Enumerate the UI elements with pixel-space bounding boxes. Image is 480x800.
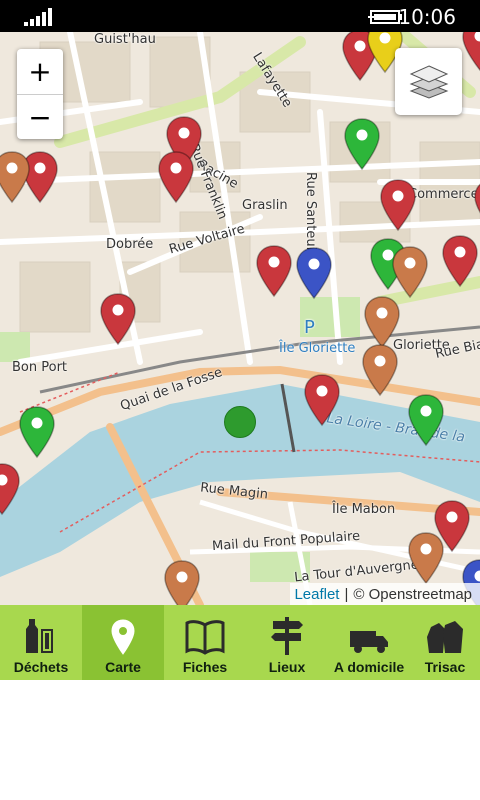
zoom-control: + − (17, 49, 63, 139)
map-marker-red[interactable] (156, 150, 196, 204)
map-marker-red[interactable] (302, 373, 342, 427)
map-marker-brown[interactable] (360, 343, 400, 397)
map-marker-red[interactable] (440, 234, 480, 288)
map-label: Île Mabon (332, 502, 396, 517)
map-marker-green[interactable] (342, 117, 382, 171)
layers-icon (409, 64, 448, 99)
tab-a-domicile[interactable]: A domicile (328, 605, 410, 680)
leaflet-link[interactable]: Leaflet (294, 586, 339, 603)
attribution-text: © Openstreetmap (353, 585, 472, 603)
map-marker-red[interactable] (460, 32, 480, 72)
clock: 10:06 (398, 5, 456, 29)
map-marker-green[interactable] (17, 405, 57, 459)
book-icon (185, 620, 225, 655)
map-marker-blue[interactable] (294, 246, 334, 300)
tab-label: Lieux (268, 659, 306, 675)
location-dot[interactable] (224, 406, 256, 438)
attribution-separator: | (344, 585, 349, 603)
map-marker-brown[interactable] (390, 245, 430, 299)
tab-dechets[interactable]: Déchets (0, 605, 82, 680)
tab-trisac[interactable]: Trisac (410, 605, 480, 680)
tab-lieux[interactable]: Lieux (246, 605, 328, 680)
map-pin-icon (111, 619, 135, 655)
tab-carte[interactable]: Carte (82, 605, 164, 680)
map-label: Dobrée (106, 237, 154, 252)
map-attribution: Leaflet | © Openstreetmap (290, 583, 480, 605)
tab-label: A domicile (333, 659, 405, 675)
map-marker-brown[interactable] (0, 150, 32, 204)
tab-label: Déchets (13, 659, 69, 675)
map-marker-brown[interactable] (406, 531, 446, 585)
signal-icon (24, 8, 52, 26)
map-label-poi: Île Gloriette (279, 341, 356, 356)
zoom-out-button[interactable]: − (17, 94, 63, 139)
tab-label: Carte (105, 659, 141, 675)
layers-button[interactable] (395, 48, 462, 115)
map-label: Rue Santeuil (303, 172, 318, 254)
map-marker-red[interactable] (472, 178, 480, 232)
tab-fiches[interactable]: Fiches (164, 605, 246, 680)
map-label: Graslin (242, 198, 288, 213)
map-label: Commerce (408, 187, 479, 202)
bags-icon (427, 621, 463, 653)
map-label: P (304, 317, 315, 338)
map-marker-red[interactable] (254, 244, 294, 298)
map-view[interactable]: Guist'hau Lafayette Racine Rue Franklin … (0, 32, 480, 605)
map-marker-green[interactable] (406, 393, 446, 447)
map-marker-red[interactable] (0, 462, 22, 516)
map-marker-brown[interactable] (362, 295, 402, 349)
tab-label: Fiches (182, 659, 228, 675)
map-marker-brown[interactable] (162, 559, 202, 605)
map-marker-red[interactable] (98, 292, 138, 346)
bottom-tab-bar: Déchets Carte Fiches Lieux A domicile Tr… (0, 605, 480, 680)
map-label: Bon Port (12, 360, 68, 375)
map-marker-red[interactable] (378, 178, 418, 232)
map-tiles[interactable] (0, 32, 480, 605)
bottles-icon (26, 619, 53, 653)
status-bar: 10:06 (0, 0, 480, 32)
map-label: Guist'hau (94, 32, 156, 47)
truck-icon (350, 631, 388, 653)
tab-label: Trisac (424, 659, 466, 675)
signpost-icon (271, 617, 303, 655)
zoom-in-button[interactable]: + (17, 49, 63, 94)
